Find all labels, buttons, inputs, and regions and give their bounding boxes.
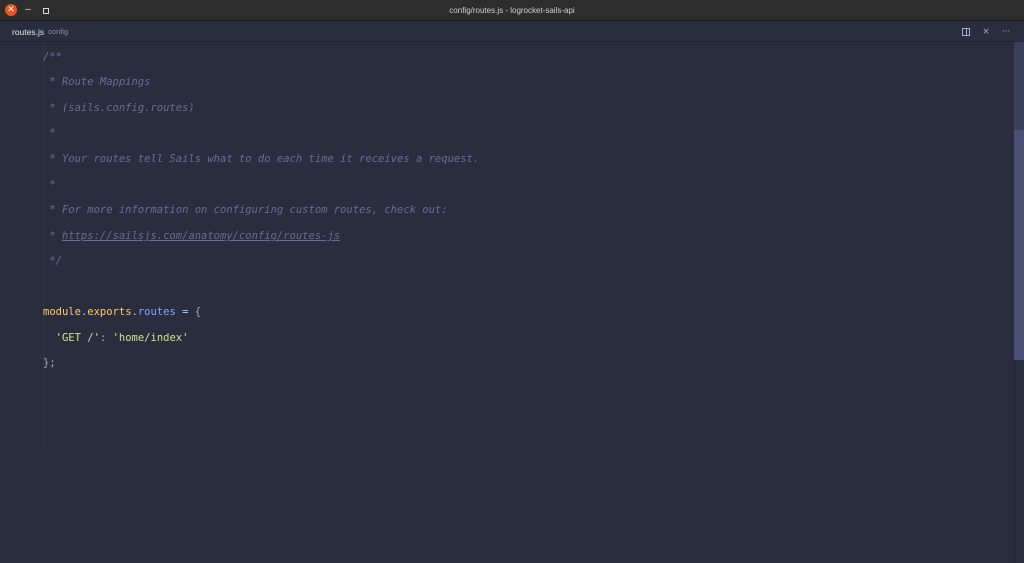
token-route-key: 'GET /' (43, 332, 100, 344)
vertical-scrollbar[interactable] (1014, 42, 1024, 563)
code-line: * (sails.config.routes) (43, 102, 195, 114)
code-line: 'GET /': 'home/index' (43, 331, 189, 345)
more-actions-button[interactable]: ··· (996, 21, 1016, 42)
scrollbar-highlight (1014, 130, 1024, 360)
code-line: * For more information on configuring cu… (43, 204, 448, 216)
code-line: module.exports.routes = { (43, 305, 201, 319)
tab-routes-js[interactable]: routes.js config (0, 21, 80, 42)
token-routes: routes (137, 306, 176, 318)
editor-gutter (0, 42, 43, 563)
window-title: config/routes.js - logrocket-sails-api (449, 6, 575, 15)
code-area: /** * Route Mappings * (sails.config.rou… (43, 42, 479, 369)
code-line: */ (43, 255, 62, 267)
tab-bar: routes.js config × ··· (0, 21, 1024, 42)
routes-docs-link[interactable]: https://sailsjs.com/anatomy/config/route… (62, 230, 340, 242)
close-tab-button[interactable]: × (976, 21, 996, 42)
title-bar: ✕ – config/routes.js - logrocket-sails-a… (0, 0, 1024, 21)
tab-path: config (48, 27, 69, 36)
code-line: }; (43, 357, 56, 369)
code-line: * Route Mappings (43, 76, 151, 88)
comment-prefix: * (43, 230, 62, 242)
token-open-brace: { (194, 306, 202, 318)
code-line: * (43, 127, 56, 139)
code-line: * https://sailsjs.com/anatomy/config/rou… (43, 229, 340, 243)
tab-actions: × ··· (956, 21, 1016, 42)
token-assign: = (175, 306, 195, 318)
code-line: * Your routes tell Sails what to do each… (43, 153, 480, 165)
split-editor-button[interactable] (956, 21, 976, 42)
token-exports: exports (87, 306, 132, 318)
split-editor-icon (962, 27, 970, 36)
token-module: module (43, 306, 81, 318)
tab-label: routes.js (12, 26, 45, 37)
code-line: /** (43, 51, 62, 63)
token-route-value: 'home/index' (112, 332, 189, 344)
code-line: * (43, 179, 56, 191)
code-editor[interactable]: /** * Route Mappings * (sails.config.rou… (0, 42, 1024, 563)
token-colon: : (99, 332, 113, 344)
